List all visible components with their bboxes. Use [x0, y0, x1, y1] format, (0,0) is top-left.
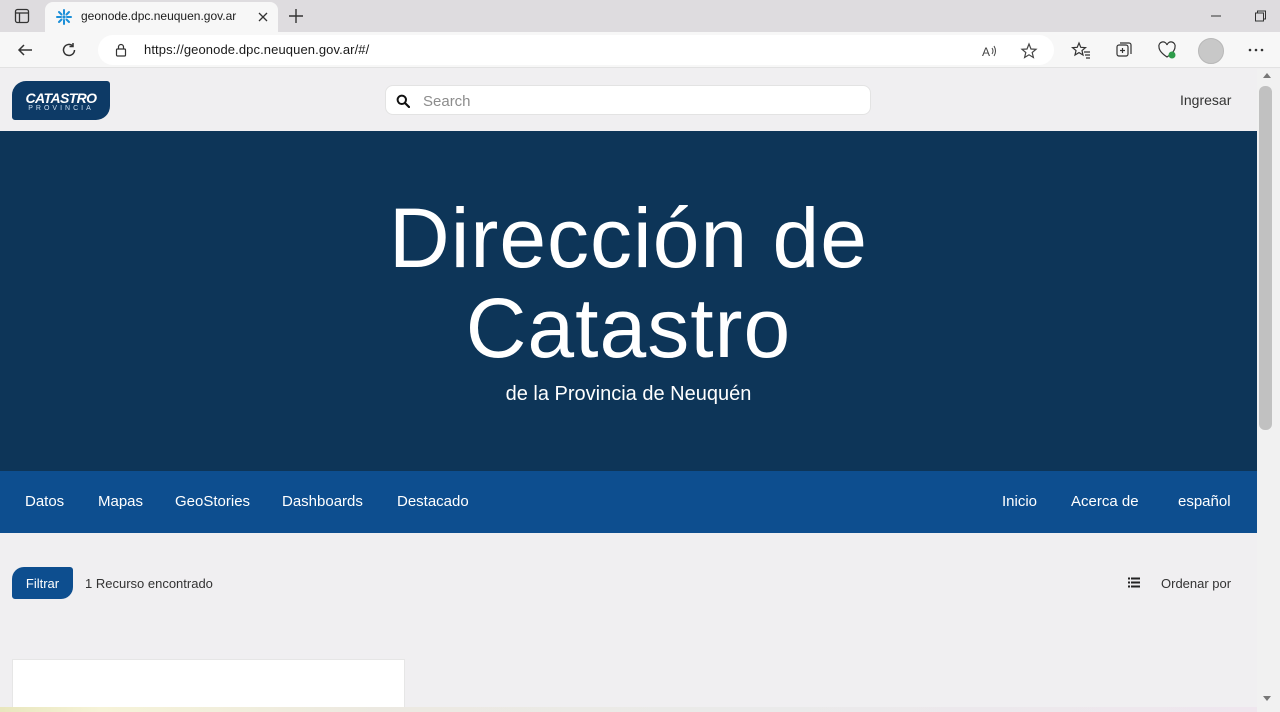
geonode-favicon-icon: [56, 9, 72, 25]
language-selector[interactable]: español: [1178, 493, 1231, 510]
nav-item-acerca-de[interactable]: Acerca de: [1071, 493, 1139, 510]
collections-icon[interactable]: [1114, 40, 1134, 60]
scroll-thumb[interactable]: [1259, 86, 1272, 430]
page-scrollbar[interactable]: [1257, 69, 1280, 712]
profile-avatar[interactable]: [1198, 38, 1224, 64]
bottom-edge-strip: [0, 707, 1257, 712]
browser-toolbar: https://geonode.dpc.neuquen.gov.ar/#/ A: [0, 32, 1280, 68]
close-tab-icon[interactable]: [255, 9, 271, 25]
scroll-down-arrow-icon[interactable]: [1263, 696, 1271, 701]
search-box[interactable]: [385, 85, 871, 115]
catastro-logo[interactable]: CATASTRO PROVINCIA: [12, 81, 110, 120]
browser-tab-bar: geonode.dpc.neuquen.gov.ar: [0, 0, 1280, 32]
nav-item-inicio[interactable]: Inicio: [1002, 493, 1037, 510]
address-bar[interactable]: https://geonode.dpc.neuquen.gov.ar/#/ A: [98, 35, 1054, 65]
minimize-icon[interactable]: [1206, 6, 1226, 26]
logo-text: CATASTRO: [25, 90, 98, 106]
nav-item-mapas[interactable]: Mapas: [98, 493, 143, 510]
logo-subtext: PROVINCIA: [28, 105, 94, 112]
nav-item-geostories[interactable]: GeoStories: [175, 493, 250, 510]
favorite-star-icon[interactable]: [1020, 42, 1038, 60]
results-count: 1 Recurso encontrado: [85, 576, 213, 591]
tab-actions-icon[interactable]: [9, 4, 35, 28]
sort-dropdown[interactable]: Ordenar por: [1161, 576, 1231, 591]
nav-item-datos[interactable]: Datos: [25, 493, 64, 510]
main-navigation: Datos Mapas GeoStories Dashboards Destac…: [0, 471, 1257, 533]
restore-icon[interactable]: [1250, 6, 1270, 26]
new-tab-icon[interactable]: [285, 5, 307, 27]
favorites-icon[interactable]: [1071, 40, 1091, 60]
search-input[interactable]: [423, 90, 853, 112]
search-icon: [396, 94, 410, 108]
url-text[interactable]: https://geonode.dpc.neuquen.gov.ar/#/: [144, 42, 369, 57]
back-icon[interactable]: [13, 38, 37, 62]
filter-button[interactable]: Filtrar: [12, 567, 73, 599]
tab-title: geonode.dpc.neuquen.gov.ar: [81, 9, 237, 23]
login-link[interactable]: Ingresar: [1180, 92, 1231, 108]
svg-text:A: A: [982, 45, 990, 59]
browser-essentials-icon[interactable]: [1157, 40, 1177, 60]
scroll-up-arrow-icon[interactable]: [1263, 73, 1271, 78]
refresh-icon[interactable]: [57, 38, 81, 62]
hero-title-line1: Dirección de: [389, 191, 868, 285]
resource-card[interactable]: [12, 659, 405, 712]
list-view-icon[interactable]: [1128, 577, 1140, 588]
hero-title: Dirección de Catastro: [0, 193, 1257, 373]
site-header: CATASTRO PROVINCIA Ingresar: [0, 69, 1257, 131]
browser-tab[interactable]: geonode.dpc.neuquen.gov.ar: [45, 2, 278, 32]
nav-item-destacado[interactable]: Destacado: [397, 493, 469, 510]
page-viewport: CATASTRO PROVINCIA Ingresar Dirección de…: [0, 69, 1257, 712]
lock-icon[interactable]: [114, 43, 128, 57]
more-options-icon[interactable]: [1246, 40, 1266, 60]
hero-title-line2: Catastro: [465, 281, 792, 375]
read-aloud-icon[interactable]: A: [980, 42, 998, 60]
hero-banner: Dirección de Catastro de la Provincia de…: [0, 131, 1257, 471]
nav-item-dashboards[interactable]: Dashboards: [282, 493, 363, 510]
hero-subtitle: de la Provincia de Neuquén: [505, 383, 752, 405]
